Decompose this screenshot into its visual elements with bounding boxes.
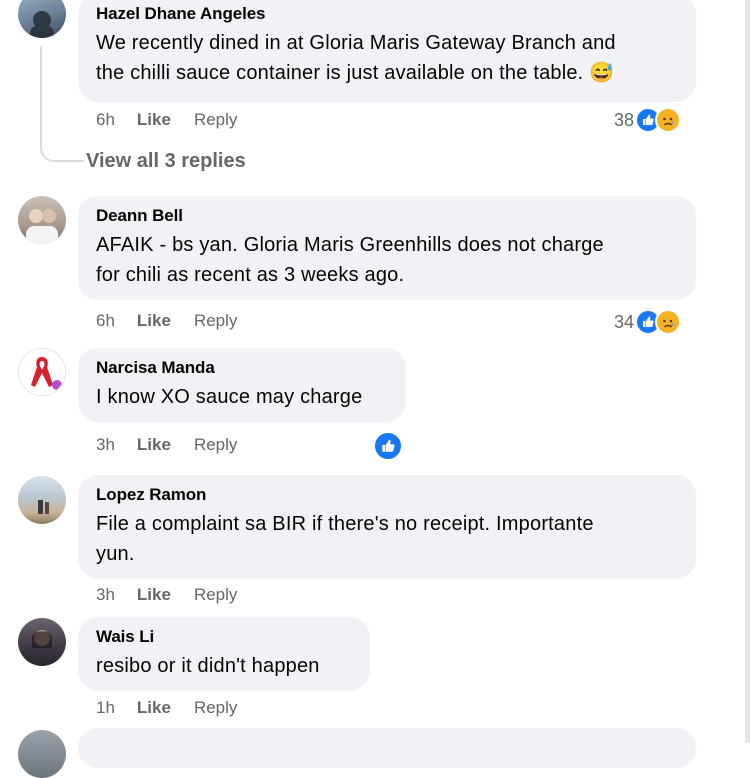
comment-text-line: for chili as recent as 3 weeks ago. — [96, 264, 405, 286]
scrollbar[interactable] — [745, 0, 750, 743]
comment-bubble: Lopez Ramon File a complaint sa BIR if t… — [78, 475, 696, 579]
avatar-photo-icon — [32, 630, 52, 648]
comment-text: File a complaint sa BIR if there's no re… — [96, 509, 680, 569]
sad-icon — [655, 309, 682, 335]
like-button[interactable]: Like — [137, 311, 171, 331]
comment-text-line: File a complaint sa BIR if there's no re… — [96, 513, 594, 535]
comment-text-line: We recently dined in at Gloria Maris Gat… — [96, 32, 616, 54]
comment-text-line: AFAIK - bs yan. Gloria Maris Greenhills … — [96, 234, 604, 256]
sad-icon — [655, 107, 682, 133]
comment-author[interactable]: Hazel Dhane Angeles — [96, 3, 680, 25]
reaction-summary[interactable]: 38 — [614, 107, 682, 133]
reaction-count: 38 — [614, 109, 635, 130]
reaction-summary[interactable]: 34 — [614, 309, 682, 335]
comment-actions: 6h Like Reply — [96, 309, 237, 333]
comment-text: resibo or it didn't happen — [96, 651, 354, 681]
ribbon-icon — [31, 357, 62, 390]
comment-bubble: Deann Bell AFAIK - bs yan. Gloria Maris … — [78, 196, 696, 300]
like-icon — [373, 431, 403, 461]
reply-button[interactable]: Reply — [194, 110, 237, 130]
avatar[interactable] — [18, 348, 66, 396]
comment-actions: 1h Like Reply — [96, 696, 237, 720]
comment-author[interactable]: Deann Bell — [96, 205, 680, 227]
comment-bubble: Wais Li resibo or it didn't happen — [78, 617, 370, 691]
comment-timestamp[interactable]: 6h — [96, 110, 115, 130]
avatar-photo-icon — [30, 11, 54, 38]
comment-actions: 6h Like Reply — [96, 108, 237, 132]
reaction-count: 34 — [614, 311, 635, 332]
avatar-photo-icon — [38, 500, 49, 514]
comment-timestamp[interactable]: 3h — [96, 585, 115, 605]
like-button[interactable]: Like — [137, 435, 171, 455]
comment-text-line: the chilli sauce container is just avail… — [96, 62, 615, 84]
comment-author[interactable]: Lopez Ramon — [96, 484, 680, 506]
comment-text: AFAIK - bs yan. Gloria Maris Greenhills … — [96, 230, 680, 290]
reply-button[interactable]: Reply — [194, 698, 237, 718]
comment-bubble: Hazel Dhane Angeles We recently dined in… — [78, 0, 696, 102]
like-button[interactable]: Like — [137, 110, 171, 130]
reply-button[interactable]: Reply — [194, 435, 237, 455]
comment-timestamp[interactable]: 1h — [96, 698, 115, 718]
comment-actions: 3h Like Reply — [96, 433, 237, 457]
avatar[interactable] — [18, 476, 66, 524]
avatar[interactable] — [18, 730, 66, 778]
comment-bubble — [78, 728, 696, 768]
comment-timestamp[interactable]: 6h — [96, 311, 115, 331]
comment-text-line: yun. — [96, 543, 135, 565]
reply-button[interactable]: Reply — [194, 311, 237, 331]
like-button[interactable]: Like — [137, 698, 171, 718]
comment-actions: 3h Like Reply — [96, 583, 237, 607]
view-replies-link[interactable]: View all 3 replies — [86, 150, 246, 173]
avatar[interactable] — [18, 618, 66, 666]
comment-timestamp[interactable]: 3h — [96, 435, 115, 455]
reply-button[interactable]: Reply — [194, 585, 237, 605]
avatar-photo-icon — [26, 209, 58, 244]
comment-bubble: Narcisa Manda I know XO sauce may charge — [78, 348, 406, 422]
comment-text: I know XO sauce may charge — [96, 382, 390, 412]
like-button[interactable]: Like — [137, 585, 171, 605]
comment-text-line: resibo or it didn't happen — [96, 655, 320, 677]
avatar[interactable] — [18, 196, 66, 244]
comment-author[interactable]: Narcisa Manda — [96, 357, 390, 379]
comment-text: We recently dined in at Gloria Maris Gat… — [96, 28, 680, 88]
avatar[interactable] — [18, 0, 66, 38]
reaction-summary[interactable] — [372, 431, 403, 461]
comment-author[interactable]: Wais Li — [96, 626, 354, 648]
comment-text-line: I know XO sauce may charge — [96, 386, 363, 408]
